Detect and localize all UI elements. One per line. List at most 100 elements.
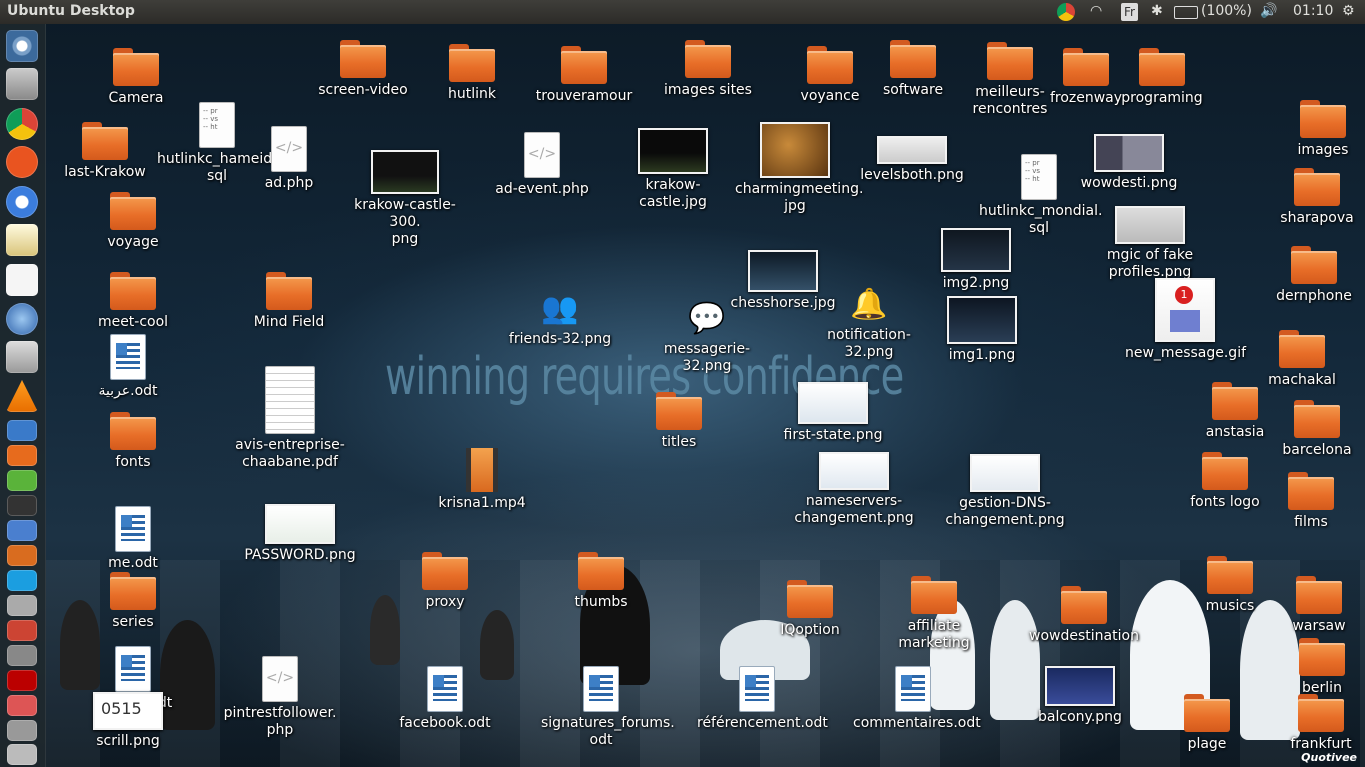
desktop-file-levelsboth[interactable]: levelsboth.png (852, 136, 972, 184)
clock[interactable]: 01:10 (1293, 3, 1333, 21)
desktop-file-scrill-png[interactable]: 0515 scrill.png (68, 692, 188, 750)
desktop-folder-trouveramour[interactable]: trouveramour (524, 46, 644, 105)
screenshot-camera-icon[interactable] (6, 341, 38, 373)
bluetooth-icon[interactable]: ✱ (1151, 3, 1163, 21)
desktop-folder-warsaw[interactable]: warsaw (1259, 576, 1365, 635)
desktop-file-signatures-forums-odt[interactable]: signatures_forums. odt (541, 666, 675, 749)
firefox-icon[interactable] (7, 445, 37, 466)
icon-label: screen-video (318, 82, 408, 98)
window-title: Ubuntu Desktop (7, 3, 135, 19)
ruler-icon[interactable] (7, 620, 37, 641)
libreoffice-writer-icon[interactable] (7, 420, 37, 441)
desktop-folder-machakal[interactable]: machakal (1242, 330, 1362, 389)
app-icon[interactable] (7, 695, 37, 716)
desktop-file-password-png[interactable]: PASSWORD.png (240, 504, 360, 564)
network-icon[interactable] (7, 520, 37, 541)
desktop-folder-frankfurt[interactable]: frankfurt (1261, 694, 1365, 753)
volume-icon[interactable]: 🔊 (1260, 3, 1277, 21)
desktop-folder-berlin[interactable]: berlin (1262, 638, 1365, 697)
desktop-file-first-state[interactable]: first-state.png (773, 382, 893, 444)
desktop-file-charmingmeeting[interactable]: charmingmeeting. jpg (735, 122, 863, 215)
desktop-file-referencement-odt[interactable]: référencement.odt (697, 666, 828, 732)
icon-label: plage (1187, 736, 1227, 752)
wifi-icon[interactable]: ◠ (1090, 3, 1102, 21)
desktop-folder-proxy[interactable]: proxy (385, 552, 505, 611)
acrobat-reader-icon[interactable] (6, 264, 38, 296)
icon-label: balcony.png (1038, 709, 1122, 725)
desktop-folder-iqoption[interactable]: IQoption (750, 580, 870, 639)
chrome-tray-icon[interactable] (1057, 3, 1075, 21)
desktop-file-balcony-png[interactable]: balcony.png (1020, 666, 1140, 726)
desktop-folder-barcelona[interactable]: barcelona (1257, 400, 1365, 459)
software-center-icon[interactable] (7, 545, 37, 566)
envelope-shape (1170, 310, 1200, 332)
desktop-folder-images[interactable]: images (1263, 100, 1365, 159)
battery-percentage[interactable]: (100%) (1201, 3, 1252, 21)
desktop-file-arabic-odt[interactable]: عربية.odt (68, 334, 188, 400)
vlc-icon[interactable] (6, 380, 38, 412)
desktop-folder-voyage[interactable]: voyage (73, 192, 193, 251)
files-icon[interactable] (6, 68, 38, 100)
desktop-folder-hutlink[interactable]: hutlink (412, 44, 532, 103)
desktop-folder-screen-video[interactable]: screen-video (303, 40, 423, 99)
thunderbird-icon[interactable] (6, 303, 38, 335)
disk-icon[interactable] (7, 595, 37, 616)
desktop-folder-programing[interactable]: programing (1102, 48, 1222, 107)
desktop-file-img1[interactable]: img1.png (922, 296, 1042, 364)
desktop-file-krakow-castle-jpg[interactable]: krakow-castle.jpg (613, 128, 733, 211)
chrome-icon[interactable] (6, 108, 38, 140)
desktop-folder-camera[interactable]: Camera (76, 48, 196, 107)
chromium-icon[interactable] (6, 186, 38, 218)
desktop-folder-films[interactable]: films (1251, 472, 1365, 531)
desktop-folder-titles[interactable]: titles (619, 392, 739, 451)
desktop-folder-affiliate-marketing[interactable]: affiliate marketing (874, 576, 994, 652)
drive-icon[interactable] (7, 645, 37, 666)
desktop-file-wowdesti[interactable]: wowdesti.png (1069, 134, 1189, 192)
filezilla-icon[interactable] (7, 670, 37, 691)
desktop-folder-dernphone[interactable]: dernphone (1254, 246, 1365, 305)
desktop-file-krisna1-mp4[interactable]: krisna1.mp4 (422, 448, 542, 512)
desktop-folder-wowdestination[interactable]: wowdestination (1024, 586, 1144, 645)
desktop-file-mgic-of-fake-profiles[interactable]: mgic of fake profiles.png (1090, 206, 1210, 281)
folder-icon (1294, 400, 1340, 438)
desktop-folder-meet-cool[interactable]: meet-cool (73, 272, 193, 331)
desktop-folder-sharapova[interactable]: sharapova (1257, 168, 1365, 227)
desktop-file-facebook-odt[interactable]: facebook.odt (385, 666, 505, 732)
icon-label: warsaw (1292, 618, 1346, 634)
gear-icon[interactable]: ⚙ (1342, 3, 1355, 21)
text-editor-icon[interactable] (6, 224, 38, 256)
desktop-file-gestion-dns-changement[interactable]: gestion-DNS- changement.png (945, 454, 1065, 529)
dash-home-icon[interactable] (6, 30, 38, 62)
terminal-icon[interactable] (7, 495, 37, 516)
desktop-file-commentaires-odt[interactable]: commentaires.odt (853, 666, 981, 732)
desktop-folder-series[interactable]: series (73, 572, 193, 631)
desktop-folder-plage[interactable]: plage (1147, 694, 1267, 753)
desktop-file-krakow-castle-300[interactable]: krakow-castle-300. png (345, 150, 465, 248)
icon-label: عربية.odt (98, 383, 158, 399)
system-monitor-icon[interactable] (6, 146, 38, 178)
desktop-file-nameservers-changement[interactable]: nameservers- changement.png (794, 452, 914, 527)
skype-icon[interactable] (7, 570, 37, 591)
desktop-file-me-odt[interactable]: me.odt (73, 506, 193, 572)
desktop-folder-thumbs[interactable]: thumbs (541, 552, 661, 611)
desktop-file-new-message-gif[interactable]: 1 new_message.gif (1125, 278, 1246, 362)
folder-icon (1288, 472, 1334, 510)
desktop-file-friends-32[interactable]: 👥 friends-32.png (500, 290, 620, 348)
desktop-file-avis-entreprise-pdf[interactable]: avis-entreprise- chaabane.pdf (230, 366, 350, 471)
keyboard-layout-indicator[interactable]: Fr (1121, 3, 1138, 21)
image-thumbnail (1115, 206, 1185, 244)
desktop-folder-images-sites[interactable]: images sites (648, 40, 768, 99)
trash-icon[interactable] (7, 744, 37, 765)
desktop-file-img2[interactable]: img2.png (916, 228, 1036, 292)
desktop-folder-fonts[interactable]: fonts (73, 412, 193, 471)
desktop-file-ad-php[interactable]: </> ad.php (229, 126, 349, 192)
desktop-file-pintrestfollower-php[interactable]: </> pintrestfollower. php (220, 656, 340, 739)
usb-icon[interactable] (7, 720, 37, 741)
desktop-folder-mind-field[interactable]: Mind Field (229, 272, 349, 331)
desktop-file-messagerie-32[interactable]: 💬 messagerie-32.png (647, 300, 767, 375)
desktop-folder-last-krakow[interactable]: last-Krakow (45, 122, 165, 181)
battery-icon[interactable] (1174, 6, 1198, 19)
desktop-file-ad-event-php[interactable]: </> ad-event.php (482, 132, 602, 198)
desktop-file-notification-32[interactable]: 🔔 notification-32.png (809, 286, 929, 361)
green-app-icon[interactable] (7, 470, 37, 491)
